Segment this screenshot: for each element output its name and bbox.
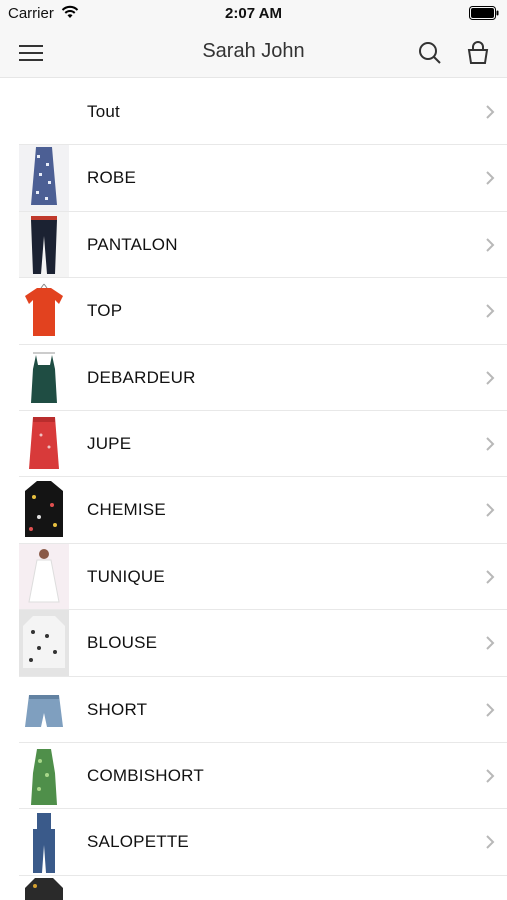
category-row-tunique[interactable]: TUNIQUE xyxy=(0,543,507,611)
chevron-right-icon xyxy=(485,502,495,518)
nav-bar: Sarah John xyxy=(0,28,507,78)
skirt-thumbnail xyxy=(19,410,69,477)
chevron-right-icon xyxy=(485,702,495,718)
category-row-pantalon[interactable]: PANTALON xyxy=(0,211,507,279)
category-row-chemise[interactable]: CHEMISE xyxy=(0,477,507,545)
blouse-thumbnail xyxy=(19,610,69,677)
category-label: PANTALON xyxy=(87,234,178,254)
category-row-tout[interactable]: Tout xyxy=(0,79,507,146)
chevron-right-icon xyxy=(485,170,495,186)
category-row-partial[interactable] xyxy=(0,875,507,900)
pants-thumbnail xyxy=(19,211,69,278)
category-label: BLOUSE xyxy=(87,633,158,653)
chevron-right-icon xyxy=(485,104,495,120)
category-row-combishort[interactable]: COMBISHORT xyxy=(0,742,507,810)
category-row-short[interactable]: SHORT xyxy=(0,676,507,744)
top-thumbnail xyxy=(19,278,69,345)
category-label: CHEMISE xyxy=(87,500,166,520)
category-row-top[interactable]: TOP xyxy=(0,278,507,345)
category-label: TOP xyxy=(87,301,123,321)
category-row-jupe[interactable]: JUPE xyxy=(0,410,507,478)
category-label: SHORT xyxy=(87,699,148,719)
category-label: ROBE xyxy=(87,168,136,188)
category-label: COMBISHORT xyxy=(87,765,204,785)
category-row-salopette[interactable]: SALOPETTE xyxy=(0,809,507,877)
chevron-right-icon xyxy=(485,834,495,850)
chevron-right-icon xyxy=(485,303,495,319)
shirt-thumbnail xyxy=(19,477,69,544)
search-icon[interactable] xyxy=(416,39,444,67)
shopping-bag-icon[interactable] xyxy=(464,39,492,67)
category-label: TUNIQUE xyxy=(87,566,165,586)
status-time: 2:07 AM xyxy=(225,5,282,22)
tank-top-thumbnail xyxy=(19,344,69,411)
jacket-thumbnail xyxy=(19,875,69,900)
category-label: DEBARDEUR xyxy=(87,367,196,387)
chevron-right-icon xyxy=(485,768,495,784)
chevron-right-icon xyxy=(485,370,495,386)
category-row-robe[interactable]: ROBE xyxy=(0,145,507,213)
category-label: SALOPETTE xyxy=(87,832,189,852)
chevron-right-icon xyxy=(485,436,495,452)
battery-icon xyxy=(469,6,499,20)
status-bar: Carrier 2:07 AM xyxy=(0,0,507,28)
dress-thumbnail xyxy=(19,145,69,212)
category-label: Tout xyxy=(87,102,120,121)
chevron-right-icon xyxy=(485,237,495,253)
shorts-thumbnail xyxy=(19,676,69,743)
tunic-thumbnail xyxy=(19,543,69,610)
category-label: JUPE xyxy=(87,433,132,453)
category-row-blouse[interactable]: BLOUSE xyxy=(0,610,507,677)
category-row-debardeur[interactable]: DEBARDEUR xyxy=(0,344,507,412)
overalls-thumbnail xyxy=(19,809,69,876)
romper-thumbnail xyxy=(19,742,69,809)
chevron-right-icon xyxy=(485,635,495,651)
chevron-right-icon xyxy=(485,569,495,585)
category-list: Tout ROBE PANTALON TOP DEBARDEUR JUPE CH… xyxy=(0,79,507,900)
